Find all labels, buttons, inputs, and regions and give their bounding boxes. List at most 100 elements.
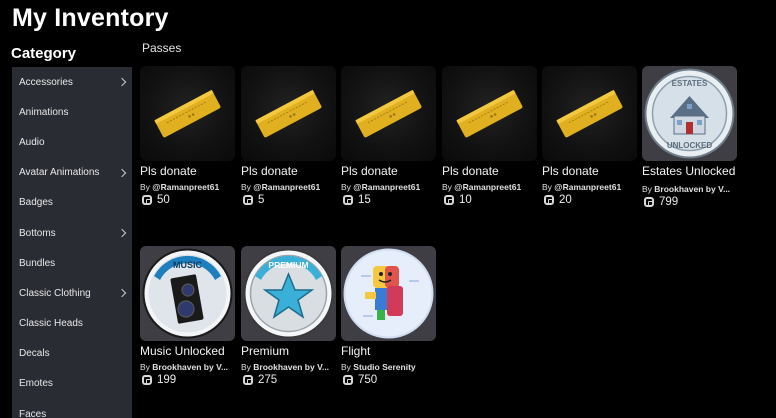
sidebar-item-label: Classic Clothing xyxy=(19,287,91,299)
by-label: By xyxy=(341,182,351,192)
sidebar-item-classic-clothing[interactable]: Classic Clothing xyxy=(12,278,132,308)
creator-name[interactable]: Studio Serenity xyxy=(353,362,415,372)
badge-text-bottom: UNLOCKED xyxy=(667,141,713,150)
item-price: 750 xyxy=(341,374,436,386)
price-value: 199 xyxy=(157,374,177,386)
item-name[interactable]: Pls donate xyxy=(542,164,637,179)
by-label: By xyxy=(241,182,251,192)
item-name[interactable]: Pls donate xyxy=(241,164,336,179)
item-price: 15 xyxy=(341,194,436,206)
robux-icon xyxy=(142,375,152,385)
chevron-right-icon xyxy=(117,228,127,238)
by-label: By xyxy=(341,362,351,372)
sidebar-item-label: Audio xyxy=(19,136,45,148)
item-price: 275 xyxy=(241,374,336,386)
ticket-icon xyxy=(255,89,322,138)
badge-text-top: ESTATES xyxy=(672,79,708,88)
by-label: By xyxy=(140,182,150,192)
by-label: By xyxy=(442,182,452,192)
price-value: 750 xyxy=(358,374,378,386)
item-creator: By @Ramanpreet61 xyxy=(241,182,336,192)
sidebar-item-bundles[interactable]: Bundles xyxy=(12,248,132,278)
item-thumbnail[interactable] xyxy=(542,66,637,161)
sidebar-item-classic-heads[interactable]: Classic Heads xyxy=(12,309,132,339)
sidebar-item-bottoms[interactable]: Bottoms xyxy=(12,218,132,248)
creator-name[interactable]: Brookhaven by V... xyxy=(253,362,329,372)
item-name[interactable]: Pls donate xyxy=(442,164,537,179)
sidebar-item-label: Decals xyxy=(19,348,50,360)
creator-name[interactable]: Brookhaven by V... xyxy=(152,362,228,372)
item-card[interactable]: MUSIC Music Unlocked By Brookhaven by V.… xyxy=(140,246,235,386)
robux-icon xyxy=(644,197,654,207)
sidebar-item-label: Bundles xyxy=(19,257,56,269)
item-name[interactable]: Pls donate xyxy=(140,164,235,179)
item-price: 799 xyxy=(642,196,737,208)
item-card[interactable]: PREMIUM Premium By Brookhaven by V... 27… xyxy=(241,246,336,386)
creator-name[interactable]: @Ramanpreet61 xyxy=(152,182,219,192)
section-label-passes: Passes xyxy=(142,41,182,55)
item-thumbnail[interactable] xyxy=(140,66,235,161)
item-name[interactable]: Music Unlocked xyxy=(140,344,235,359)
item-thumbnail[interactable]: MUSIC xyxy=(140,246,235,341)
item-price: 20 xyxy=(542,194,637,206)
estates-badge-icon: ESTATES UNLOCKED xyxy=(644,68,735,159)
price-value: 20 xyxy=(559,194,572,206)
item-card[interactable]: ESTATES UNLOCKED Estates Unlocked By Bro… xyxy=(642,66,737,208)
item-name[interactable]: Premium xyxy=(241,344,336,359)
item-card[interactable]: Pls donate By @Ramanpreet61 5 xyxy=(241,66,336,206)
item-creator: By @Ramanpreet61 xyxy=(341,182,436,192)
item-thumbnail[interactable]: PREMIUM xyxy=(241,246,336,341)
chevron-right-icon xyxy=(117,77,127,87)
ticket-icon xyxy=(154,89,221,138)
sidebar-item-avatar-animations[interactable]: Avatar Animations xyxy=(12,158,132,188)
badge-text-top: MUSIC xyxy=(173,260,203,270)
item-card[interactable]: Pls donate By @Ramanpreet61 20 xyxy=(542,66,637,206)
item-creator: By @Ramanpreet61 xyxy=(542,182,637,192)
sidebar-item-faces[interactable]: Faces xyxy=(12,399,132,418)
item-thumbnail[interactable] xyxy=(241,66,336,161)
item-price: 5 xyxy=(241,194,336,206)
item-card[interactable]: Pls donate By @Ramanpreet61 50 xyxy=(140,66,235,206)
item-thumbnail[interactable] xyxy=(341,66,436,161)
item-thumbnail[interactable]: ESTATES UNLOCKED xyxy=(642,66,737,161)
sidebar-item-emotes[interactable]: Emotes xyxy=(12,369,132,399)
robux-icon xyxy=(343,375,353,385)
price-value: 799 xyxy=(659,196,679,208)
sidebar-item-label: Badges xyxy=(19,197,53,209)
sidebar-item-accessories[interactable]: Accessories xyxy=(12,67,132,97)
sidebar-item-badges[interactable]: Badges xyxy=(12,188,132,218)
creator-name[interactable]: Brookhaven by V... xyxy=(654,184,730,194)
price-value: 15 xyxy=(358,194,371,206)
page-title: My Inventory xyxy=(12,4,169,32)
sidebar-item-decals[interactable]: Decals xyxy=(12,339,132,369)
creator-name[interactable]: @Ramanpreet61 xyxy=(554,182,621,192)
sidebar-item-label: Animations xyxy=(19,106,69,118)
creator-name[interactable]: @Ramanpreet61 xyxy=(454,182,521,192)
item-name[interactable]: Pls donate xyxy=(341,164,436,179)
item-thumbnail[interactable] xyxy=(341,246,436,341)
item-card[interactable]: Pls donate By @Ramanpreet61 15 xyxy=(341,66,436,206)
by-label: By xyxy=(642,184,652,194)
item-creator: By @Ramanpreet61 xyxy=(140,182,235,192)
robux-icon xyxy=(444,195,454,205)
robux-icon xyxy=(142,195,152,205)
item-price: 199 xyxy=(140,374,235,386)
item-price: 10 xyxy=(442,194,537,206)
sidebar-item-label: Classic Heads xyxy=(19,318,83,330)
item-name[interactable]: Flight xyxy=(341,344,436,359)
item-name[interactable]: Estates Unlocked xyxy=(642,164,737,179)
item-thumbnail[interactable] xyxy=(442,66,537,161)
music-badge-icon: MUSIC xyxy=(142,248,233,339)
creator-name[interactable]: @Ramanpreet61 xyxy=(353,182,420,192)
sidebar-item-label: Faces xyxy=(19,408,47,418)
sidebar-item-animations[interactable]: Animations xyxy=(12,97,132,127)
by-label: By xyxy=(542,182,552,192)
creator-name[interactable]: @Ramanpreet61 xyxy=(253,182,320,192)
by-label: By xyxy=(241,362,251,372)
item-card[interactable]: Pls donate By @Ramanpreet61 10 xyxy=(442,66,537,206)
sidebar-item-label: Emotes xyxy=(19,378,53,390)
price-value: 50 xyxy=(157,194,170,206)
robux-icon xyxy=(343,195,353,205)
item-card[interactable]: Flight By Studio Serenity 750 xyxy=(341,246,436,386)
sidebar-item-audio[interactable]: Audio xyxy=(12,127,132,157)
